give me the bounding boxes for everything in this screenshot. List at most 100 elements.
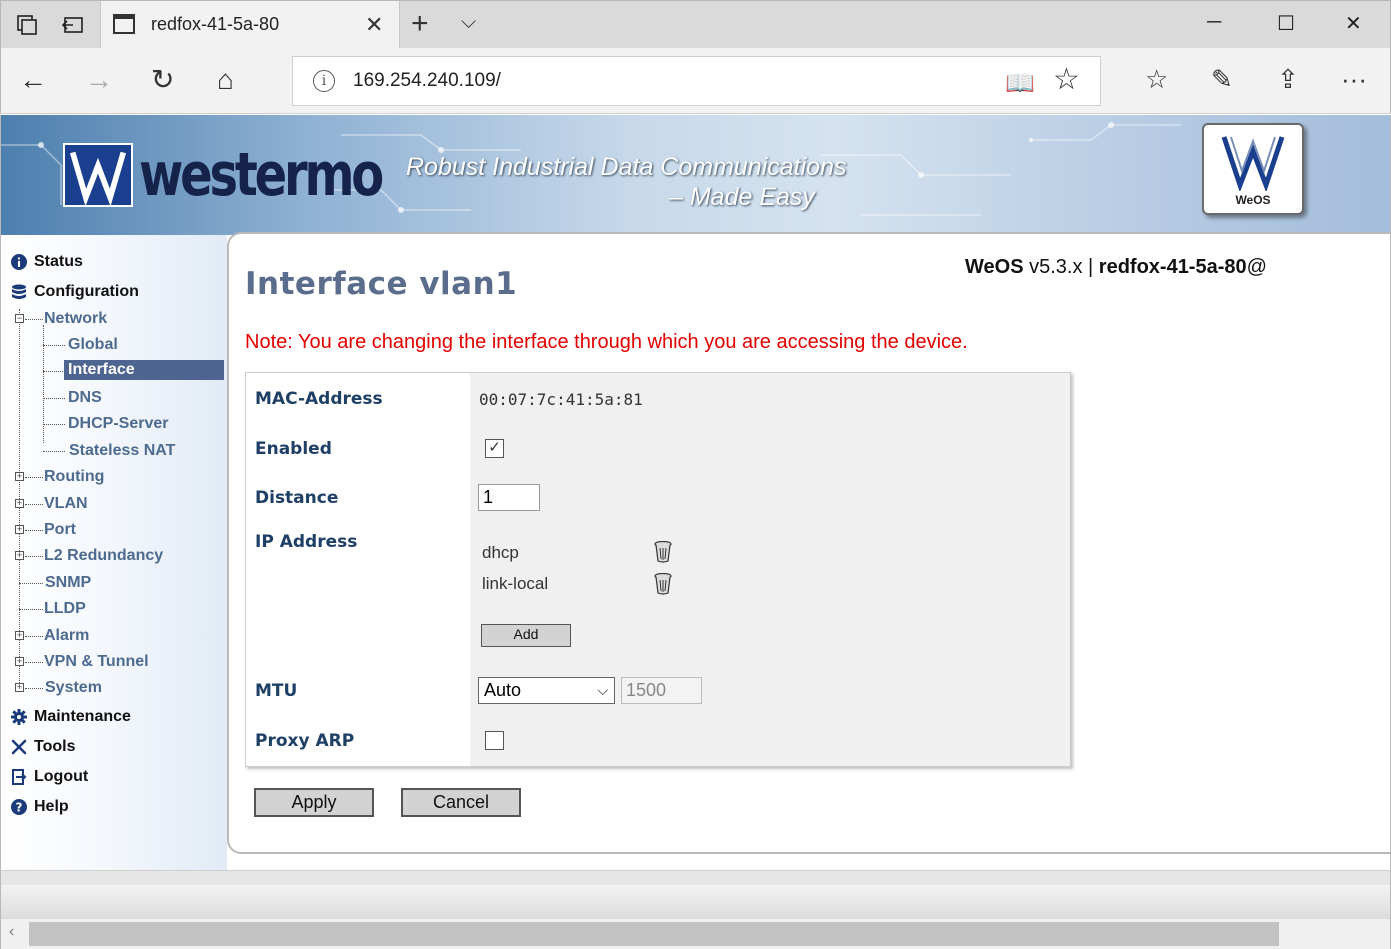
distance-input[interactable]: 1 bbox=[478, 484, 540, 511]
browser-tab[interactable]: redfox-41-5a-80 ✕ bbox=[100, 1, 400, 49]
mtu-select[interactable]: Auto ⌵ bbox=[478, 677, 615, 704]
sidebar-item-port[interactable]: Port bbox=[44, 521, 76, 539]
favorites-hub-icon[interactable]: ☆ bbox=[1145, 64, 1168, 94]
sidebar-item-l2-redundancy[interactable]: L2 Redundancy bbox=[44, 547, 163, 565]
tree-line bbox=[43, 424, 65, 425]
sidebar-item-dhcp-server[interactable]: DHCP-Server bbox=[68, 415, 168, 433]
expand-port-icon[interactable]: + bbox=[15, 525, 24, 534]
tree-line bbox=[25, 688, 43, 689]
expand-l2-redundancy-icon[interactable]: + bbox=[15, 551, 24, 560]
apply-button[interactable]: Apply bbox=[254, 788, 374, 817]
info-circle-icon bbox=[11, 254, 27, 270]
tree-line bbox=[25, 662, 43, 663]
close-tab-icon[interactable]: ✕ bbox=[365, 13, 383, 37]
sidebar-nav: Status Configuration − Network Global In… bbox=[1, 235, 227, 870]
window-close-icon[interactable]: ✕ bbox=[1345, 11, 1362, 36]
tab-preview-chevron-icon[interactable]: ⌵ bbox=[461, 11, 476, 34]
sidebar-item-dns[interactable]: DNS bbox=[68, 389, 102, 407]
sidebar-item-label: Configuration bbox=[34, 283, 139, 300]
tree-line bbox=[43, 371, 63, 372]
scroll-left-icon[interactable]: ‹ bbox=[9, 923, 14, 941]
enabled-checkbox[interactable]: ✓ bbox=[485, 439, 504, 458]
sidebar-item-alarm[interactable]: Alarm bbox=[44, 627, 89, 645]
back-icon[interactable]: ← bbox=[19, 62, 47, 98]
home-icon[interactable]: ⌂ bbox=[217, 62, 234, 98]
ip-entry-link-local: link-local bbox=[482, 574, 549, 593]
mtu-label: MTU bbox=[255, 681, 298, 701]
scrollbar-thumb[interactable] bbox=[29, 922, 1279, 946]
forward-icon[interactable]: → bbox=[85, 62, 113, 98]
expand-alarm-icon[interactable]: + bbox=[15, 631, 24, 640]
logo-wordmark: westermo bbox=[139, 140, 384, 210]
proxy-arp-checkbox[interactable] bbox=[485, 731, 504, 750]
sidebar-item-label: Help bbox=[34, 798, 69, 815]
tab-manager-icon[interactable] bbox=[15, 13, 39, 37]
sidebar-item-configuration[interactable]: Configuration bbox=[11, 283, 139, 301]
tree-line bbox=[19, 583, 43, 584]
web-note-pen-icon[interactable]: ✎ bbox=[1211, 64, 1233, 94]
delete-link-local-trash-icon[interactable] bbox=[654, 573, 672, 595]
sidebar-item-network[interactable]: Network bbox=[44, 310, 107, 328]
sidebar-item-routing[interactable]: Routing bbox=[44, 468, 104, 486]
more-icon[interactable]: ··· bbox=[1341, 64, 1367, 94]
mac-address-label: MAC-Address bbox=[255, 389, 383, 409]
tree-line bbox=[25, 556, 43, 557]
warning-note: Note: You are changing the interface thr… bbox=[245, 331, 968, 353]
sidebar-item-logout[interactable]: Logout bbox=[11, 768, 88, 786]
horizontal-scrollbar[interactable]: ‹ bbox=[1, 919, 1390, 949]
enabled-label: Enabled bbox=[255, 439, 332, 459]
device-info: WeOS v5.3.x | redfox-41-5a-80@ bbox=[965, 256, 1267, 279]
sidebar-item-system[interactable]: System bbox=[45, 679, 102, 697]
value-column bbox=[470, 373, 1070, 766]
tagline-line-1: Robust Industrial Data Communications bbox=[406, 153, 847, 181]
sidebar-item-label: Tools bbox=[34, 738, 76, 755]
sidebar-item-stateless-nat[interactable]: Stateless NAT bbox=[69, 442, 175, 460]
address-bar[interactable]: i 169.254.240.109/ 📖 ☆ bbox=[292, 56, 1101, 106]
sidebar-item-label: Status bbox=[34, 253, 83, 270]
browser-tab-bar: redfox-41-5a-80 ✕ + ⌵ ─ ☐ ✕ bbox=[0, 0, 1391, 49]
add-favorite-star-icon[interactable]: ☆ bbox=[1053, 65, 1080, 95]
tree-line bbox=[25, 636, 43, 637]
sidebar-item-snmp[interactable]: SNMP bbox=[45, 574, 91, 592]
expand-system-icon[interactable]: + bbox=[15, 683, 24, 692]
site-info-icon[interactable]: i bbox=[313, 70, 335, 92]
gear-icon bbox=[11, 709, 27, 725]
weos-badge: WeOS bbox=[1202, 123, 1304, 215]
browser-bottom-area: ‹ bbox=[0, 870, 1391, 949]
tree-line bbox=[43, 345, 65, 346]
expand-vlan-icon[interactable]: + bbox=[15, 499, 24, 508]
weos-w-logo-icon bbox=[1221, 136, 1285, 191]
sidebar-item-help[interactable]: ? Help bbox=[11, 798, 69, 816]
add-ip-button[interactable]: Add bbox=[481, 624, 571, 647]
new-tab-icon[interactable]: + bbox=[411, 9, 429, 39]
svg-text:?: ? bbox=[16, 801, 23, 815]
sidebar-item-label: Logout bbox=[34, 768, 89, 785]
reading-view-icon[interactable]: 📖 bbox=[1005, 69, 1035, 98]
westermo-logo: westermo bbox=[63, 143, 442, 207]
collapse-network-icon[interactable]: − bbox=[15, 314, 24, 323]
sidebar-item-tools[interactable]: Tools bbox=[11, 738, 75, 756]
tagline-line-2: – Made Easy bbox=[669, 183, 815, 211]
chevron-down-icon: ⌵ bbox=[597, 682, 608, 698]
expand-routing-icon[interactable]: + bbox=[15, 472, 24, 481]
westermo-w-logo-icon bbox=[63, 143, 133, 207]
expand-vpn-tunnel-icon[interactable]: + bbox=[15, 657, 24, 666]
maximize-icon[interactable]: ☐ bbox=[1277, 11, 1295, 36]
cancel-button[interactable]: Cancel bbox=[401, 788, 521, 817]
delete-dhcp-trash-icon[interactable] bbox=[654, 541, 672, 563]
database-icon bbox=[12, 284, 26, 299]
minimize-icon[interactable]: ─ bbox=[1207, 11, 1221, 34]
sidebar-item-vpn-tunnel[interactable]: VPN & Tunnel bbox=[44, 653, 149, 671]
os-name: WeOS bbox=[965, 256, 1024, 278]
sidebar-item-maintenance[interactable]: Maintenance bbox=[11, 708, 131, 726]
sidebar-item-interface[interactable]: Interface bbox=[64, 360, 224, 380]
sidebar-item-status[interactable]: Status bbox=[11, 253, 83, 271]
sidebar-item-lldp[interactable]: LLDP bbox=[44, 600, 86, 618]
refresh-icon[interactable]: ↻ bbox=[151, 62, 174, 98]
set-aside-tabs-icon[interactable] bbox=[61, 13, 85, 37]
url-text[interactable]: 169.254.240.109/ bbox=[353, 70, 501, 92]
sidebar-item-vlan[interactable]: VLAN bbox=[44, 495, 88, 513]
share-icon[interactable]: ⇪ bbox=[1277, 64, 1299, 94]
sidebar-item-global[interactable]: Global bbox=[68, 336, 118, 354]
hostname: redfox-41-5a-80 bbox=[1098, 256, 1247, 278]
